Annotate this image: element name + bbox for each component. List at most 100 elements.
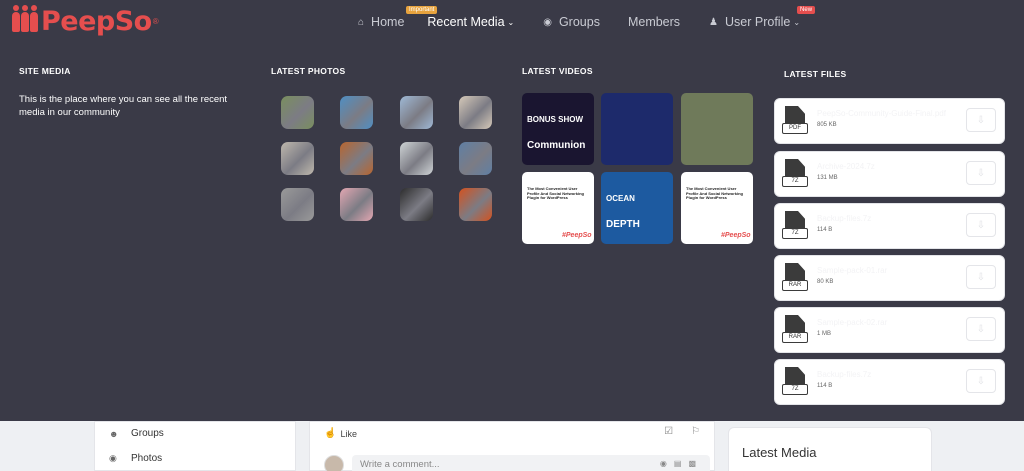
groups-icon: ☻ — [109, 428, 119, 439]
camera-icon: ◉ — [109, 453, 117, 463]
video-caption-bottom: DEPTH — [606, 219, 640, 230]
file-name[interactable]: Sample-pack-02.rar — [817, 318, 887, 327]
video-caption-bottom: Communion — [527, 140, 586, 151]
file-icon[interactable]: ▤ — [674, 459, 682, 468]
like-button[interactable]: ☝ Like — [324, 428, 357, 439]
download-button[interactable]: ⇩ — [966, 265, 996, 289]
bookmark-icon[interactable]: ⚐ — [691, 426, 700, 437]
nav-home[interactable]: ⌂ Home Important — [358, 6, 438, 29]
nav-groups-label: Groups — [558, 15, 600, 29]
sidebar-item-photos[interactable]: ◉ Photos — [109, 453, 162, 464]
peepso-logo[interactable]: PeepSo ® — [12, 4, 159, 37]
file-card[interactable]: RAR Sample-pack-01.rar 80 KB ⇩ — [774, 255, 1005, 301]
user-icon: ♟ — [709, 16, 719, 28]
file-card[interactable]: PDF PeepSo-Community-Guide-Final.pdf 805 K… — [774, 98, 1005, 144]
file-name[interactable]: Backup-files.7z — [817, 370, 871, 379]
dark-figure-photo[interactable] — [400, 188, 433, 221]
woman-portrait-photo[interactable] — [459, 96, 492, 129]
gif-icon[interactable]: ▩ — [688, 459, 696, 468]
desk-photo[interactable] — [281, 188, 314, 221]
video-caption-bottom: #PeepSo — [562, 232, 592, 239]
file-card[interactable]: 7Z Backup-files.7z 114 B ⇩ — [774, 359, 1005, 405]
bonus-show-video[interactable]: BONUS SHOW Communion — [522, 93, 594, 165]
top-navbar: PeepSo ® ⌂ Home Important Recent Media ⌄… — [0, 0, 1024, 44]
post-actions: ☑ ⚐ — [664, 426, 700, 437]
building-photo[interactable] — [281, 96, 314, 129]
sidebar-item-groups[interactable]: ☻ Groups — [109, 428, 164, 439]
nav-recent-media-label: Recent Media — [427, 15, 505, 29]
comment-tools: ◉ ▤ ▩ — [660, 459, 696, 468]
blue-pattern-photo[interactable] — [340, 96, 373, 129]
nav-user-profile-label: User Profile — [725, 15, 791, 29]
nav-members[interactable]: Members — [628, 15, 680, 29]
file-name[interactable]: Backup-files.7z — [817, 214, 871, 223]
nav-user-profile[interactable]: ♟ User Profile ⌄ New — [709, 6, 816, 29]
video-caption-top: OCEAN — [606, 194, 635, 203]
file-name[interactable]: Archive-2024.7z — [817, 162, 875, 171]
file-size: 114 B — [817, 383, 833, 389]
mountains-photo[interactable] — [459, 142, 492, 175]
post-card: ☝ Like ☑ ⚐ Write a comment... ◉ ▤ ▩ — [309, 421, 715, 471]
pink-mint-photo[interactable] — [340, 188, 373, 221]
latest-media-widget: Latest Media — [728, 427, 932, 471]
download-button[interactable]: ⇩ — [966, 317, 996, 341]
comment-row: Write a comment... ◉ ▤ ▩ — [324, 455, 710, 471]
lighthouse-photo[interactable] — [400, 142, 433, 175]
file-card[interactable]: RAR Sample-pack-02.rar 1 MB ⇩ — [774, 307, 1005, 353]
peepso-promo-video-2[interactable]: The Most Convenient User Profile And Soc… — [681, 172, 753, 244]
ocean-depth-video[interactable]: OCEAN DEPTH — [601, 172, 673, 244]
latest-videos-title: LATEST VIDEOS — [522, 66, 593, 76]
video-caption-top: The Most Convenient User Profile And Soc… — [527, 186, 584, 201]
nav-home-label: Home — [371, 15, 405, 29]
sidebar-menu: ☻ Groups ◉ Photos — [94, 421, 296, 471]
download-button[interactable]: ⇩ — [966, 213, 996, 237]
latest-files-title: LATEST FILES — [784, 69, 847, 79]
interior-photo[interactable] — [281, 142, 314, 175]
logo-text: PeepSo — [41, 6, 152, 37]
avatar — [324, 455, 344, 471]
nav-recent-media[interactable]: Recent Media ⌄ — [427, 15, 514, 29]
space-video[interactable] — [601, 93, 673, 165]
city-towers-photo[interactable] — [400, 96, 433, 129]
latest-photos-title: LATEST PHOTOS — [271, 66, 346, 76]
logo-registered-mark: ® — [152, 17, 159, 26]
railway-video[interactable] — [681, 93, 753, 165]
sidebar-item-groups-label: Groups — [131, 428, 164, 439]
check-icon[interactable]: ☑ — [664, 426, 673, 437]
file-ext-label: RAR — [782, 280, 808, 291]
file-size: 114 B — [817, 227, 833, 233]
download-button[interactable]: ⇩ — [966, 161, 996, 185]
file-size: 805 KB — [817, 122, 837, 128]
file-size: 1 MB — [817, 331, 832, 337]
page-content: ☻ Groups ◉ Photos ☝ Like ☑ ⚐ Write a com… — [0, 421, 1024, 471]
file-ext-label: 7Z — [782, 176, 808, 187]
video-caption-bottom: #PeepSo — [721, 232, 751, 239]
new-badge: New — [797, 6, 816, 14]
comment-input[interactable]: Write a comment... — [352, 455, 710, 471]
main-nav: ⌂ Home Important Recent Media ⌄ ◉ Groups… — [358, 0, 816, 44]
chevron-down-icon: ⌄ — [793, 17, 801, 27]
file-card[interactable]: 7Z Backup-files.7z 114 B ⇩ — [774, 203, 1005, 249]
orange-photo[interactable] — [459, 188, 492, 221]
file-name[interactable]: Sample-pack-01.rar — [817, 266, 887, 275]
download-button[interactable]: ⇩ — [966, 369, 996, 393]
peepso-promo-video-1[interactable]: The Most Convenient User Profile And Soc… — [522, 172, 594, 244]
file-size: 80 KB — [817, 279, 834, 285]
logo-people-icon — [12, 4, 38, 32]
home-icon: ⌂ — [358, 16, 365, 28]
download-icon: ⇩ — [976, 271, 986, 283]
file-card[interactable]: 7Z Archive-2024.7z 131 MB ⇩ — [774, 151, 1005, 197]
important-badge: Important — [406, 6, 438, 14]
camera-icon[interactable]: ◉ — [660, 459, 667, 468]
sidebar-item-photos-label: Photos — [131, 453, 163, 464]
globe-icon: ◉ — [543, 16, 552, 28]
file-name[interactable]: PeepSo-Community-Guide-Final.pdf — [817, 109, 946, 118]
food-photo[interactable] — [340, 142, 373, 175]
download-button[interactable]: ⇩ — [966, 108, 996, 132]
file-ext-label: RAR — [782, 332, 808, 343]
thumbs-up-icon: ☝ — [324, 428, 337, 439]
site-media-description: This is the place where you can see all … — [19, 94, 228, 119]
download-icon: ⇩ — [976, 114, 986, 126]
nav-groups[interactable]: ◉ Groups — [543, 15, 600, 29]
file-ext-label: 7Z — [782, 228, 808, 239]
